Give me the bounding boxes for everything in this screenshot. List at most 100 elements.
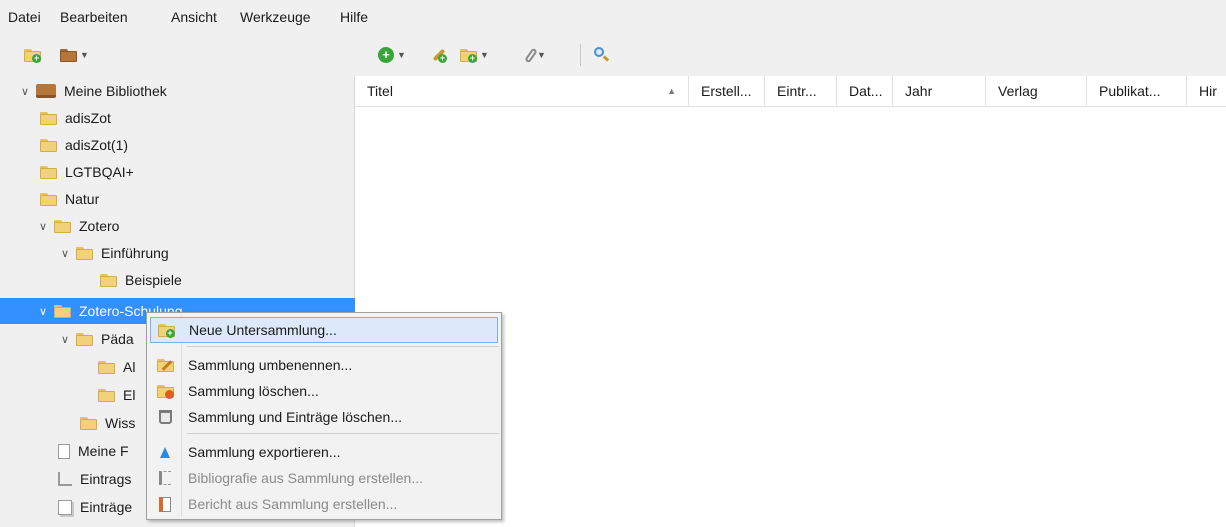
search-icon [594,47,610,63]
column-header-hinzugefuegt[interactable]: Hir [1187,76,1226,106]
chevron-down-icon: ▼ [80,50,89,60]
column-header-label: Publikat... [1099,83,1161,99]
menu-item-label: Bibliografie aus Sammlung erstellen... [188,470,424,486]
chevron-down-icon: ▼ [480,50,489,60]
tree-item-zotero[interactable]: ∨ Zotero [0,213,390,239]
tree-item-label: Meine F [78,443,129,459]
menu-hilfe[interactable]: Hilfe [340,9,368,25]
column-header-titel[interactable]: Titel ▲ [355,76,689,106]
tree-item-einfuehrung[interactable]: ∨ Einführung [0,240,412,266]
menu-datei[interactable]: Datei [8,9,41,25]
tree-item-label: LGTBQAI+ [65,164,134,180]
new-subcollection-icon: + [157,323,175,338]
folder-icon [98,360,115,374]
add-by-identifier-button[interactable]: + [430,42,448,68]
menu-item-bibliografie-erstellen[interactable]: Bibliografie aus Sammlung erstellen... [150,465,498,491]
folder-icon [40,111,57,125]
rename-collection-icon [156,358,174,372]
tree-item-label: Einführung [101,245,169,261]
menu-item-label: Sammlung umbenennen... [188,357,353,373]
tree-item-label: Päda [101,331,134,347]
menu-item-bericht-erstellen[interactable]: Bericht aus Sammlung erstellen... [150,491,498,517]
column-header-label: Hir [1199,83,1217,99]
new-collection-button[interactable]: + [24,42,41,68]
hierarchy-icon [58,472,72,486]
chevron-down-icon[interactable]: ∨ [58,247,72,260]
menu-item-neue-untersammlung[interactable]: + Neue Untersammlung... [150,317,498,343]
folder-icon [76,246,93,260]
tree-item-label: Al [123,359,136,375]
attachment-icon [524,47,538,63]
delete-collection-icon [156,384,174,399]
new-library-icon [60,48,77,62]
folder-icon [80,416,97,430]
add-by-identifier-icon: + [430,46,448,64]
menu-item-sammlung-umbenennen[interactable]: Sammlung umbenennen... [150,352,498,378]
menu-bearbeiten[interactable]: Bearbeiten [60,9,128,25]
folder-icon [76,332,93,346]
tree-item-natur[interactable]: Natur [0,186,394,212]
menu-item-label: Sammlung exportieren... [188,444,341,460]
sort-ascending-icon: ▲ [667,86,676,96]
tree-item-lgtbqai[interactable]: LGTBQAI+ [0,159,394,185]
export-icon [160,446,170,458]
menu-werkzeuge[interactable]: Werkzeuge [240,9,311,25]
column-header-eintrag[interactable]: Eintr... [765,76,837,106]
column-header-datum[interactable]: Dat... [837,76,893,106]
trash-icon [158,410,172,424]
library-icon [36,84,56,98]
tree-item-label: Natur [65,191,100,207]
column-header-publikation[interactable]: Publikat... [1087,76,1187,106]
folder-icon [98,388,115,402]
folder-icon [40,192,57,206]
new-item-button[interactable]: + ▼ [378,42,406,68]
column-header-label: Jahr [905,83,933,99]
new-library-button[interactable]: ▼ [60,42,89,68]
menu-item-label: Sammlung löschen... [188,383,319,399]
attachment-button[interactable]: ▼ [524,42,546,68]
document-icon [58,443,70,459]
tree-item-label: adisZot(1) [65,137,129,153]
menu-bar: Datei Bearbeiten Ansicht Werkzeuge Hilfe [0,0,1226,34]
column-header-label: Dat... [849,83,883,99]
new-note-icon: + [460,48,477,63]
chevron-down-icon[interactable]: ∨ [36,220,50,233]
menu-item-label: Neue Untersammlung... [189,322,337,338]
tree-item-label: Meine Bibliothek [64,83,167,99]
column-header-label: Eintr... [777,83,817,99]
column-header-ersteller[interactable]: Erstell... [689,76,765,106]
tree-item-label: Zotero [79,218,120,234]
chevron-down-icon[interactable]: ∨ [18,85,32,98]
chevron-down-icon[interactable]: ∨ [36,305,50,318]
new-note-button[interactable]: + ▼ [460,42,489,68]
column-header-row: Titel ▲ Erstell... Eintr... Dat... Jahr … [355,76,1226,107]
toolbar: + ▼ + ▼ + + ▼ ▼ [0,34,1226,76]
tree-item-adiszot-1[interactable]: adisZot(1) [0,132,394,158]
report-icon [159,496,171,512]
duplicate-icon [58,499,72,515]
menu-item-label: Sammlung und Einträge löschen... [188,409,403,425]
column-header-label: Verlag [998,83,1038,99]
chevron-down-icon[interactable]: ∨ [58,333,72,346]
chevron-down-icon: ▼ [537,50,546,60]
menu-item-sammlung-exportieren[interactable]: Sammlung exportieren... [150,439,498,465]
menu-separator [187,346,499,347]
folder-icon [54,219,71,233]
column-header-verlag[interactable]: Verlag [986,76,1087,106]
tree-item-meine-bibliothek[interactable]: ∨ Meine Bibliothek [0,78,372,104]
tree-item-label: adisZot [65,110,111,126]
menu-ansicht[interactable]: Ansicht [171,9,217,25]
menu-item-sammlung-und-eintraege-loeschen[interactable]: Sammlung und Einträge löschen... [150,404,498,430]
chevron-down-icon: ▼ [397,50,406,60]
search-button[interactable] [594,42,610,68]
column-header-jahr[interactable]: Jahr [893,76,986,106]
tree-item-label: Einträge [80,499,133,515]
folder-icon [40,138,57,152]
folder-icon [54,304,71,318]
tree-item-adiszot[interactable]: adisZot [0,105,394,131]
toolbar-separator [580,44,581,66]
column-header-label: Titel [367,83,393,99]
folder-icon [100,273,117,287]
context-menu: + Neue Untersammlung... Sammlung umbenen… [146,312,502,520]
menu-item-sammlung-loeschen[interactable]: Sammlung löschen... [150,378,498,404]
